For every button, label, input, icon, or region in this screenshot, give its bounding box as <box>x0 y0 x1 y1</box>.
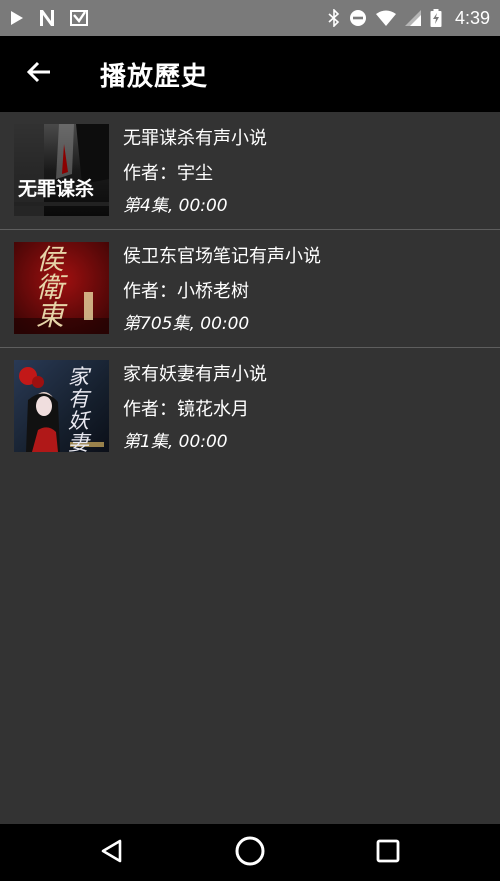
status-notifications <box>10 9 88 27</box>
list-item[interactable]: 侯衛東 侯卫东官场笔记有声小说 作者：小桥老树 第705集, 00:00 <box>0 230 500 348</box>
cover-title-text: 侯衛東 <box>36 243 65 332</box>
play-icon <box>10 10 24 26</box>
item-title: 家有妖妻有声小说 <box>123 364 267 385</box>
wifi-icon <box>375 10 396 26</box>
status-time: 4:39 <box>454 7 490 28</box>
recents-square-icon <box>376 839 400 867</box>
page-title: 播放歷史 <box>100 61 209 92</box>
status-system: 4:39 <box>328 8 490 29</box>
nav-recents-button[interactable] <box>353 824 423 881</box>
book-cover-image: 家有妖妻 <box>14 360 109 452</box>
list-item[interactable]: 家有妖妻 家有妖妻有声小说 作者：镜花水月 第1集, 00:00 <box>0 348 500 464</box>
nav-back-button[interactable] <box>76 824 146 881</box>
back-button[interactable] <box>0 36 78 112</box>
item-details: 无罪谋杀有声小说 作者：宇尘 第4集, 00:00 <box>123 126 267 222</box>
history-list: 无罪谋杀 无罪谋杀有声小说 作者：宇尘 第4集, 00:00 侯衛東 侯卫东官场… <box>0 112 500 464</box>
item-details: 侯卫东官场笔记有声小说 作者：小桥老树 第705集, 00:00 <box>123 244 321 340</box>
status-bar: 4:39 <box>0 0 500 36</box>
list-item[interactable]: 无罪谋杀 无罪谋杀有声小说 作者：宇尘 第4集, 00:00 <box>0 112 500 230</box>
item-episode: 第705集, 00:00 <box>123 314 250 334</box>
item-details: 家有妖妻有声小说 作者：镜花水月 第1集, 00:00 <box>123 362 267 458</box>
download-icon <box>70 9 88 27</box>
cover-title-text: 无罪谋杀 <box>18 178 95 200</box>
item-episode: 第4集, 00:00 <box>123 196 228 216</box>
book-cover-image: 侯衛東 <box>14 242 109 334</box>
bluetooth-icon <box>328 9 340 27</box>
nav-home-button[interactable] <box>215 824 285 881</box>
arrow-back-icon <box>26 61 51 87</box>
battery-charging-icon <box>430 9 442 27</box>
home-circle-icon <box>234 835 266 871</box>
item-episode: 第1集, 00:00 <box>123 432 228 452</box>
item-title: 无罪谋杀有声小说 <box>123 128 267 149</box>
do-not-disturb-icon <box>349 9 367 27</box>
signal-icon <box>404 10 421 26</box>
item-title: 侯卫东官场笔记有声小说 <box>123 246 321 267</box>
app-bar: 播放歷史 <box>0 36 500 112</box>
book-cover-image: 无罪谋杀 <box>14 124 109 216</box>
item-author: 作者：小桥老树 <box>123 281 249 302</box>
item-author: 作者：镜花水月 <box>123 399 249 420</box>
navigation-bar <box>0 824 500 881</box>
cover-title-text: 家有妖妻 <box>68 365 89 452</box>
back-triangle-icon <box>100 839 122 867</box>
n-icon <box>38 9 56 27</box>
item-author: 作者：宇尘 <box>123 163 213 184</box>
